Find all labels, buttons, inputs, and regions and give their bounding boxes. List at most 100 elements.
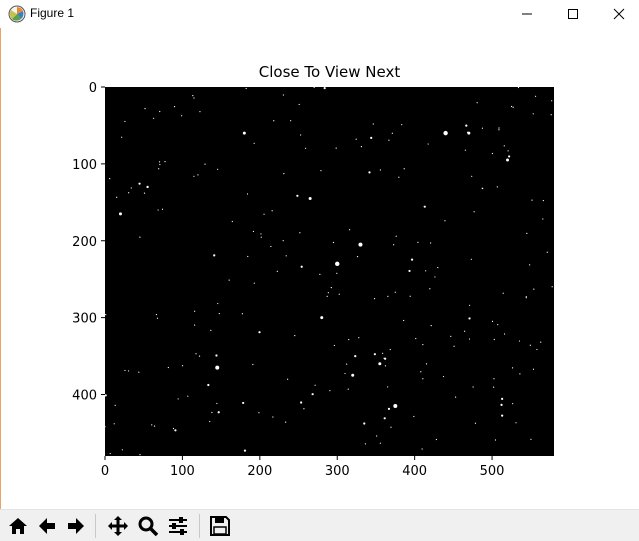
pan-button[interactable] xyxy=(104,512,132,540)
star-point xyxy=(285,421,287,423)
star-point xyxy=(532,113,534,115)
star-point xyxy=(529,344,531,346)
star-point xyxy=(427,143,429,145)
star-point xyxy=(474,422,477,424)
y-tick-label: 300 xyxy=(72,312,97,327)
configure-subplots-button[interactable] xyxy=(164,512,192,540)
star-point xyxy=(159,163,161,166)
star-point xyxy=(296,194,299,197)
star-point xyxy=(209,420,211,423)
star-point xyxy=(437,266,439,269)
star-point xyxy=(143,192,146,194)
star-point xyxy=(283,173,285,175)
star-point xyxy=(507,150,509,152)
star-point xyxy=(403,319,405,322)
star-point xyxy=(197,174,199,176)
star-point xyxy=(501,414,504,417)
y-tick-label: 200 xyxy=(72,235,97,250)
forward-button[interactable] xyxy=(62,512,90,540)
home-button[interactable] xyxy=(4,512,32,540)
star-point xyxy=(323,86,326,90)
star-point xyxy=(326,295,328,297)
star-point xyxy=(351,373,355,377)
star-point xyxy=(231,220,233,223)
star-point xyxy=(300,134,302,136)
floppy-disk-icon xyxy=(210,516,230,536)
star-point xyxy=(491,320,494,322)
star-point xyxy=(550,114,552,116)
star-point xyxy=(187,395,189,397)
star-point xyxy=(468,338,471,340)
star-point xyxy=(124,120,126,123)
star-point xyxy=(417,241,419,243)
star-point xyxy=(290,120,292,122)
zoom-button[interactable] xyxy=(134,512,162,540)
star-point xyxy=(358,337,360,339)
star-point xyxy=(363,422,366,425)
star-point xyxy=(388,139,390,141)
save-button[interactable] xyxy=(206,512,234,540)
star-point xyxy=(473,211,475,213)
star-point xyxy=(273,120,275,122)
star-point xyxy=(258,331,261,334)
star-point xyxy=(252,363,254,366)
star-point xyxy=(271,210,273,212)
star-point xyxy=(157,209,159,211)
star-point xyxy=(468,304,471,306)
star-point xyxy=(355,138,357,140)
star-point xyxy=(497,324,499,326)
star-point xyxy=(172,427,175,430)
x-tick-label: 500 xyxy=(480,464,505,479)
star-point xyxy=(434,276,436,278)
star-point xyxy=(139,453,141,456)
star-point xyxy=(260,233,262,235)
star-point xyxy=(379,442,382,444)
star-point xyxy=(491,152,493,155)
plot-canvas[interactable]: 0 100 200 300 400 500 0 100 200 300 400 xyxy=(0,0,639,509)
star-point xyxy=(360,145,363,148)
star-point xyxy=(422,378,424,380)
star-point xyxy=(373,353,376,356)
star-point xyxy=(455,396,457,398)
star-point xyxy=(435,438,437,441)
x-tick-label: 400 xyxy=(402,464,427,479)
star-point xyxy=(213,254,216,257)
star-point xyxy=(354,355,357,358)
star-point xyxy=(335,261,340,267)
star-point xyxy=(216,402,218,405)
navigation-toolbar xyxy=(0,509,639,541)
star-point xyxy=(156,317,159,319)
star-point xyxy=(364,443,366,445)
star-point xyxy=(346,363,348,365)
star-point xyxy=(421,448,423,450)
star-point xyxy=(180,115,183,117)
star-point xyxy=(344,372,346,375)
star-point xyxy=(193,97,195,99)
star-point xyxy=(241,313,244,315)
back-button[interactable] xyxy=(33,512,61,540)
star-point xyxy=(127,370,130,372)
star-point xyxy=(114,404,116,406)
star-point xyxy=(118,212,122,216)
star-point xyxy=(228,279,230,281)
star-point xyxy=(387,295,389,297)
star-point xyxy=(207,383,210,387)
magnifier-icon xyxy=(138,516,159,537)
star-point xyxy=(158,161,161,163)
star-point xyxy=(471,175,473,177)
star-point xyxy=(422,343,424,346)
star-point xyxy=(338,293,340,295)
star-point xyxy=(329,390,331,392)
star-point xyxy=(498,129,500,131)
star-point xyxy=(472,386,474,388)
star-point xyxy=(464,149,467,151)
star-point xyxy=(450,335,452,337)
star-point xyxy=(378,362,382,366)
toolbar-separator xyxy=(95,514,96,538)
star-point xyxy=(482,187,484,190)
star-point xyxy=(476,102,478,104)
star-point xyxy=(415,337,417,340)
star-point xyxy=(546,251,548,253)
star-point xyxy=(387,407,391,410)
star-point xyxy=(308,196,312,200)
